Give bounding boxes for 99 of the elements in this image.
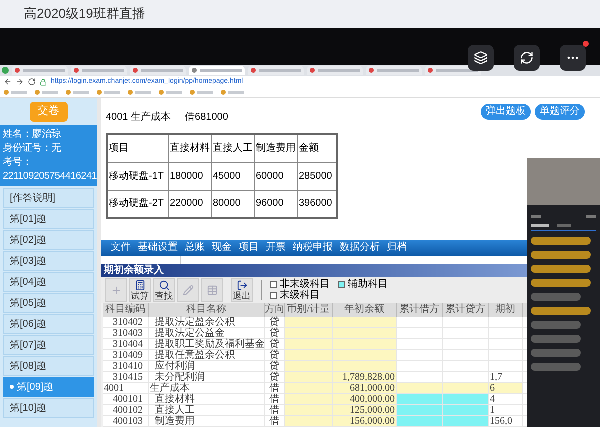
grid-cell: 156,000.00 — [333, 416, 397, 426]
table-cell: 移动硬盘-1T — [107, 162, 168, 190]
menu-item[interactable]: 归档 — [387, 242, 407, 254]
question-item[interactable]: 第[06]题 — [3, 314, 94, 334]
question-item[interactable]: 第[04]题 — [3, 272, 94, 292]
chat-message-bar — [531, 307, 591, 315]
grid-cell: 400,000.00 — [333, 394, 397, 404]
question-item[interactable]: 第[03]题 — [3, 251, 94, 271]
table-cell: 220000 — [168, 190, 212, 218]
grid-row[interactable]: 400101 直接材料 借 400,000.00 4 — [103, 394, 527, 405]
table-header-cell: 制造费用 — [254, 134, 298, 162]
grid-cell: 生产成本 — [149, 383, 265, 393]
bullet-icon — [10, 385, 14, 389]
table-header-cell: 直接人工 — [212, 134, 254, 162]
rotate-button[interactable] — [514, 45, 540, 71]
menu-item[interactable]: 数据分析 — [340, 242, 380, 254]
rotate-icon — [520, 51, 534, 65]
grid-row[interactable]: 310402 提取法定盈余公积 贷 — [103, 317, 527, 328]
back-icon[interactable] — [4, 78, 12, 86]
grid-row[interactable]: 400103 制造费用 借 156,000.00 156,0 — [103, 416, 527, 427]
table-icon — [206, 284, 218, 296]
menu-item[interactable]: 基础设置 — [138, 242, 178, 254]
toolbar-button[interactable]: 试算 — [129, 278, 151, 302]
pencil-icon — [182, 284, 194, 296]
bookmark-item[interactable] — [221, 90, 244, 95]
legend-label: 非末级科目 — [280, 279, 330, 290]
legend-label: 末级科目 — [280, 290, 320, 301]
toolbar-button[interactable]: 退出 — [231, 278, 253, 302]
bookmark-item[interactable] — [190, 90, 213, 95]
grid-row[interactable]: 310404 提取职工奖励及福利基金 贷 — [103, 339, 527, 350]
chat-message-bar — [531, 363, 581, 371]
grid-cell: 4 — [489, 394, 523, 404]
forward-icon[interactable] — [16, 78, 24, 86]
chat-tab-bar — [531, 224, 596, 231]
grid-row[interactable]: 310403 提取法定公益金 贷 — [103, 328, 527, 339]
menu-item[interactable]: 纳税申报 — [293, 242, 333, 254]
grid-row[interactable]: 4001 生产成本 借 681,000.00 6 — [103, 383, 527, 394]
chat-message-bar — [531, 349, 581, 357]
candidate-info-text: 姓名：廖治琼 — [3, 128, 62, 141]
chat-message-bar — [531, 251, 591, 259]
candidate-info-text: 身份证号：无 — [3, 142, 62, 155]
toolbar-button[interactable]: 查找 — [153, 278, 175, 302]
chat-message-bar — [531, 321, 581, 329]
chat-message-bar — [531, 335, 581, 343]
account-label: 4001 生产成本 — [106, 110, 172, 125]
lock-icon — [40, 78, 47, 86]
menu-item[interactable]: 文件 — [111, 242, 131, 254]
grid-cell: 4001 — [103, 383, 149, 393]
reload-icon[interactable] — [28, 78, 36, 86]
menu-item[interactable]: 开票 — [266, 242, 286, 254]
table-cell: 96000 — [254, 190, 298, 218]
question-item[interactable]: [作答说明] — [3, 188, 94, 208]
grid-row[interactable]: 400102 直接人工 借 125,000.00 1 — [103, 405, 527, 416]
table-header-cell: 直接材料 — [168, 134, 212, 162]
chat-message-bar — [531, 279, 591, 287]
window-title: 高2020级19班群直播 — [24, 5, 146, 24]
browser-logo-icon — [2, 67, 9, 74]
grid-cell: 1 — [489, 405, 523, 415]
grid-cell: 125,000.00 — [333, 405, 397, 415]
candidate-info-text: 考号： — [3, 156, 34, 169]
menu-item[interactable]: 总账 — [185, 242, 205, 254]
grid-cell: 681,000.00 — [333, 383, 397, 393]
chat-message-bar — [531, 265, 591, 273]
table-cell: 60000 — [254, 162, 298, 190]
bookmark-item[interactable] — [97, 90, 120, 95]
table-cell: 180000 — [168, 162, 212, 190]
bookmark-item[interactable] — [66, 90, 89, 95]
grid-row[interactable]: 310415 未分配利润 贷 1,789,828.00 1,7 — [103, 372, 527, 383]
search-icon — [158, 280, 170, 290]
question-item[interactable]: 第[08]题 — [3, 356, 94, 376]
exit-icon — [236, 280, 248, 290]
balance-label: 借681000 — [185, 111, 228, 125]
question-item[interactable]: 第[10]题 — [3, 398, 94, 418]
grid-cell: 1,789,828.00 — [333, 372, 397, 382]
chat-message-bar — [531, 293, 581, 301]
question-item[interactable]: 第[01]题 — [3, 209, 94, 229]
chat-message-bar — [531, 237, 591, 245]
question-item[interactable]: 第[07]题 — [3, 335, 94, 355]
menu-item[interactable]: 项目 — [239, 242, 259, 254]
table-header-cell: 项目 — [107, 134, 168, 162]
panel-title: 期初余额录入 — [104, 264, 164, 276]
legend-label: 辅助科目 — [348, 279, 388, 290]
grid-row[interactable]: 310409 提取任意盈余公积 贷 — [103, 350, 527, 361]
question-item[interactable]: 第[05]题 — [3, 293, 94, 313]
calculator-icon — [134, 280, 146, 290]
question-item[interactable]: 第[02]题 — [3, 230, 94, 250]
bookmark-item[interactable] — [128, 90, 151, 95]
bookmark-item[interactable] — [159, 90, 182, 95]
table-cell: 移动硬盘-2T — [107, 190, 168, 218]
table-cell: 80000 — [212, 190, 254, 218]
grid-row[interactable]: 310410 应付利润 贷 — [103, 361, 527, 372]
grid-cell: 156,0 — [489, 416, 523, 426]
layers-button[interactable] — [468, 45, 494, 71]
grid-cell: 6 — [489, 383, 523, 393]
grid-cell: 1,7 — [489, 372, 523, 382]
plus-icon — [110, 284, 122, 296]
menu-item[interactable]: 现金 — [212, 242, 232, 254]
table-cell: 45000 — [212, 162, 254, 190]
layers-icon — [474, 51, 488, 65]
